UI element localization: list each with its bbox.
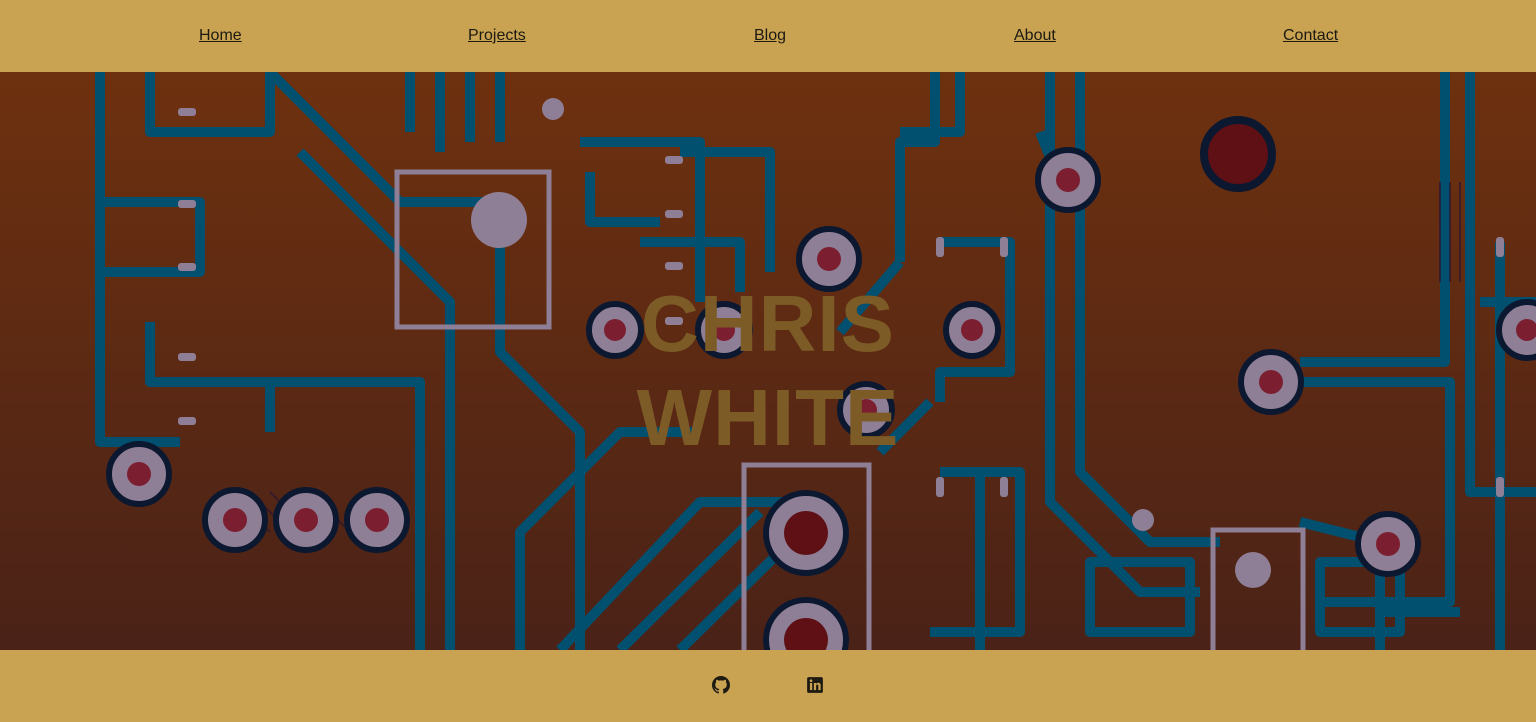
- github-icon[interactable]: [712, 676, 730, 694]
- nav-blog-link[interactable]: Blog: [754, 27, 786, 45]
- nav-home-link[interactable]: Home: [199, 27, 242, 45]
- nav-contact-link[interactable]: Contact: [1283, 27, 1338, 45]
- nav-about-link[interactable]: About: [1014, 27, 1056, 45]
- footer-bar: [0, 650, 1536, 722]
- hero-banner: CHRIS WHITE: [0, 72, 1536, 650]
- top-navigation: Home Projects Blog About Contact: [0, 0, 1536, 72]
- nav-projects-link[interactable]: Projects: [468, 27, 526, 45]
- hero-name-first: CHRIS: [641, 279, 895, 368]
- hero-name-title: CHRIS WHITE: [637, 277, 900, 465]
- linkedin-icon[interactable]: [806, 676, 824, 694]
- hero-name-last: WHITE: [636, 373, 900, 462]
